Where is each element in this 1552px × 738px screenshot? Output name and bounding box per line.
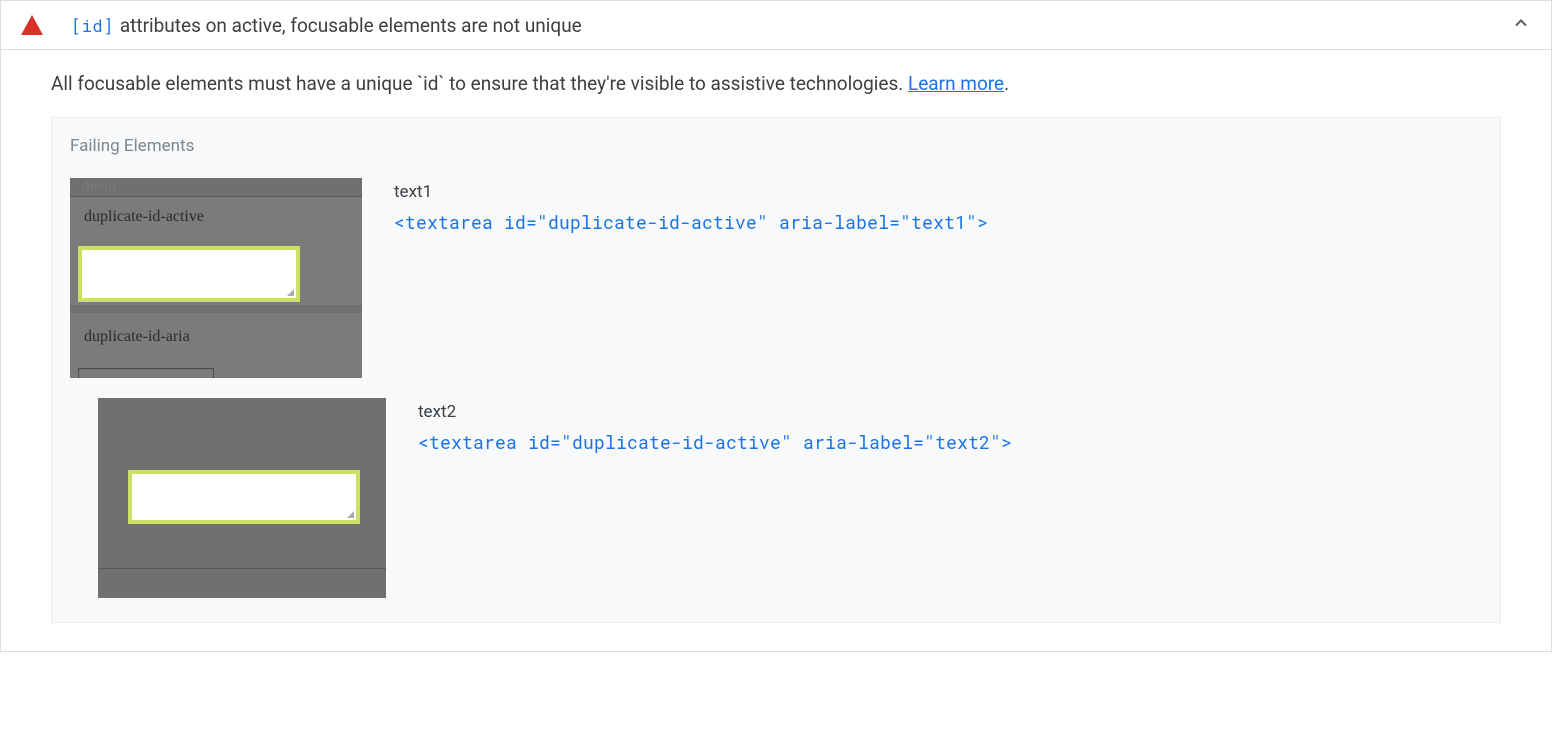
thumb-cut-label: ditem [78, 176, 120, 197]
audit-item: [id] attributes on active, focusable ele… [0, 0, 1552, 652]
highlight-box [78, 246, 300, 302]
audit-title-text: attributes on active, focusable elements… [120, 14, 582, 37]
audit-desc-code: `id` [417, 72, 444, 95]
highlight-box [128, 470, 360, 524]
thumb-label: duplicate-id-aria [84, 328, 190, 346]
failing-elements-title: Failing Elements [52, 132, 1500, 168]
audit-title: [id] attributes on active, focusable ele… [71, 14, 1511, 37]
error-triangle-icon [21, 15, 43, 35]
audit-desc-period: . [1004, 72, 1009, 95]
chevron-up-icon[interactable] [1511, 13, 1531, 37]
element-thumbnail [98, 398, 386, 598]
audit-desc-suf: to ensure that they're visible to assist… [444, 72, 908, 95]
audit-title-code: [id] [71, 14, 114, 37]
node-snippet: <textarea id="duplicate-id-active" aria-… [418, 430, 1482, 454]
node-snippet: <textarea id="duplicate-id-active" aria-… [394, 210, 1482, 234]
node-info: text1 <textarea id="duplicate-id-active"… [394, 178, 1482, 234]
node-label: text2 [418, 402, 1482, 422]
failing-element-row[interactable]: text2 <textarea id="duplicate-id-active"… [52, 388, 1500, 608]
thumb-label: duplicate-id-active [84, 208, 204, 226]
failing-element-row[interactable]: ditem duplicate-id-active duplicate-id-a… [52, 168, 1500, 388]
learn-more-link[interactable]: Learn more [908, 72, 1004, 95]
audit-body: All focusable elements must have a uniqu… [1, 50, 1551, 651]
failing-elements-box: Failing Elements ditem duplicate-id-acti… [51, 117, 1501, 623]
audit-description: All focusable elements must have a uniqu… [51, 72, 1501, 95]
audit-desc-pre: All focusable elements must have a uniqu… [51, 72, 417, 95]
node-info: text2 <textarea id="duplicate-id-active"… [418, 398, 1482, 454]
node-label: text1 [394, 182, 1482, 202]
element-thumbnail: ditem duplicate-id-active duplicate-id-a… [70, 178, 362, 378]
audit-header[interactable]: [id] attributes on active, focusable ele… [1, 1, 1551, 50]
